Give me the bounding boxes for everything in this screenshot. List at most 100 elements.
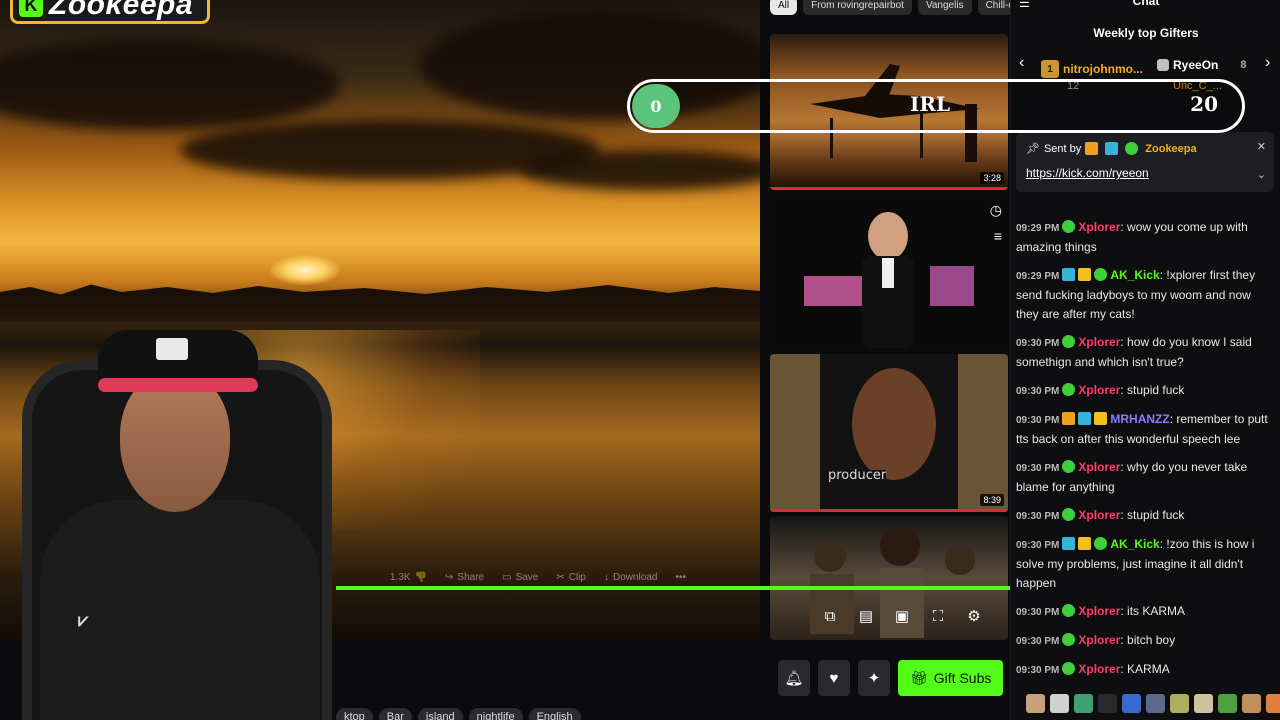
subscriber-badge-icon [1062,268,1076,281]
emote-icon[interactable] [1194,694,1213,713]
emote-icon[interactable] [1050,694,1069,713]
download-button[interactable]: ↓ Download [604,572,657,583]
sparkle-icon: ✦ [867,670,881,687]
message-timestamp: 09:30 PM [1016,511,1060,522]
heart-icon: ♥ [829,669,839,687]
chat-username[interactable]: Xplorer [1078,335,1120,349]
clip-button[interactable]: ✂ Clip [556,572,586,583]
emote-icon[interactable] [1026,694,1045,713]
chat-username[interactable]: Xplorer [1078,508,1120,522]
miniplayer-icon[interactable]: ▣ [892,606,912,626]
cloud-shape [0,40,340,130]
chat-username[interactable]: MRHANZZ [1110,412,1169,426]
theater-icon[interactable]: ▤ [856,606,876,626]
filter-chip-all[interactable]: All [770,0,798,15]
chevron-right-icon[interactable]: › [1265,54,1270,72]
stream-tag[interactable]: English [528,708,581,720]
gifters-title: Weekly top Gifters [1093,26,1199,40]
channel-logo-text: Zookeepa [49,0,194,21]
emote-icon[interactable] [1218,694,1237,713]
verified-icon [1125,142,1139,155]
message-timestamp: 09:30 PM [1016,415,1060,426]
stream-tag[interactable]: island [417,708,463,720]
pinned-link[interactable]: https://kick.com/ryeeon [1026,166,1149,180]
chat-username[interactable]: AK_Kick [1110,268,1159,282]
verified-icon [1062,460,1076,473]
message-timestamp: 09:30 PM [1016,540,1060,551]
video-duration: 3:28 [980,172,1004,184]
fullscreen-icon[interactable]: ⛶ [928,606,948,626]
emote-icon[interactable] [1242,694,1261,713]
stream-tag[interactable]: ktop [336,708,373,720]
chevron-down-icon[interactable]: ⌄ [1257,168,1266,181]
chevron-left-icon[interactable]: ‹ [1019,54,1024,72]
stream-tags: ktop Bar island nightlife English [336,708,581,720]
video-duration: 8:39 [980,494,1004,506]
chat-username[interactable]: Xplorer [1078,633,1120,647]
chat-username[interactable]: Xplorer [1078,383,1120,397]
related-video-thumbnail[interactable]: ◷ ≡ [770,196,1008,348]
gift-subs-button[interactable]: 🎁︎ Gift Subs [898,660,1004,696]
chat-message-text: : bitch boy [1120,633,1176,647]
cloud-shape [520,150,760,190]
subscriber-badge-icon [1078,412,1092,425]
gift-icon: 🎁︎ [910,669,928,686]
picture-in-picture-icon[interactable]: ⧉ [820,606,840,626]
emote-icon[interactable] [1170,694,1189,713]
save-button[interactable]: ▭ Save [502,572,538,583]
chat-username[interactable]: AK_Kick [1110,537,1159,551]
chat-message: 09:30 PM Xplorer: its KARMA [1016,602,1272,622]
chat-username[interactable]: Xplorer [1078,460,1120,474]
follow-button[interactable]: ♥ [818,660,850,696]
album-cover-art [820,354,958,512]
dislike-button[interactable]: 1.3K 👎 [390,572,427,583]
share-button[interactable]: ↪ Share [445,572,484,583]
top-gifter-1: 1 nitrojohnmo... [1041,60,1143,78]
related-filter-chips: All From rovingrepairbot Vangelis Chill-… [770,0,1031,15]
streamer-face [120,372,230,512]
chat-message: 09:30 PM MRHANZZ: remember to putt tts ba… [1016,410,1272,449]
top-gifter-2: RyeeOn 8 [1157,58,1246,72]
unpin-icon[interactable]: ✕ [1257,140,1266,153]
verified-icon [1062,604,1076,617]
chat-message: 09:30 PM AK_Kick: !zoo this is how i solv… [1016,535,1272,593]
related-video-thumbnail[interactable]: producer 8:39 [770,354,1008,512]
pinned-user[interactable]: Zookeepa [1145,143,1196,155]
more-button[interactable]: ••• [675,572,686,583]
gift-badge-icon [1078,537,1092,550]
clock-icon[interactable]: ◷ [990,202,1002,219]
queue-icon[interactable]: ≡ [994,228,1002,244]
thumbnail-caption: producer [828,468,887,483]
gifter-name[interactable]: RyeeOn [1173,58,1218,72]
notification-bell-button[interactable]: 🔔︎ [778,660,810,696]
emote-icon[interactable] [1146,694,1165,713]
gift-badge-icon [1094,412,1108,425]
cap-brim [98,378,258,392]
verified-icon [1062,335,1076,348]
chat-username[interactable]: Xplorer [1078,604,1120,618]
emote-icon[interactable] [1266,694,1280,713]
emote-icon[interactable] [1074,694,1093,713]
gifter-name[interactable]: nitrojohnmo... [1063,62,1143,76]
gift-subs-label: Gift Subs [933,670,992,686]
stream-progress-bar[interactable] [336,586,1010,590]
stream-tag[interactable]: nightlife [468,708,523,720]
chat-message: 09:30 PM Xplorer: how do you know I said … [1016,333,1272,372]
filter-chip[interactable]: From rovingrepairbot [803,0,912,15]
sun-glow [270,255,340,285]
chat-username[interactable]: Xplorer [1078,662,1120,676]
channel-logo: K Zookeepa [10,0,211,24]
streamer-webcam: ⩗ [0,300,340,720]
filter-chip[interactable]: Vangelis [917,0,972,15]
chat-messages: 09:29 PM Xplorer: wow you come up with am… [1016,218,1272,689]
sparkle-button[interactable]: ✦ [858,660,890,696]
emote-icon[interactable] [1122,694,1141,713]
goal-bar: 0 IRL 20 [627,79,1245,133]
stream-tag[interactable]: Bar [378,708,412,720]
emote-icon[interactable] [1098,694,1117,713]
message-timestamp: 09:30 PM [1016,665,1060,676]
emote-bar [1026,694,1280,713]
goal-target: 20 [1190,92,1218,116]
settings-icon[interactable]: ⚙ [964,606,984,626]
chat-username[interactable]: Xplorer [1078,220,1120,234]
